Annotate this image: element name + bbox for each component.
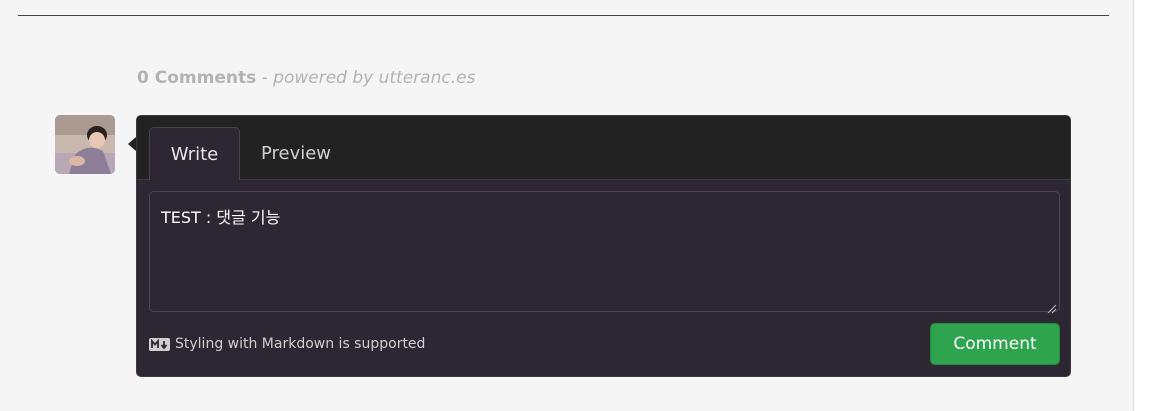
avatar[interactable]	[55, 115, 115, 174]
comment-count: 0 Comments	[137, 68, 257, 88]
resize-grip-icon[interactable]	[1047, 299, 1057, 314]
markdown-icon	[149, 337, 170, 351]
editor-tab-bar: Write Preview	[137, 116, 1070, 180]
comment-text-value: TEST : 댓글 기능	[161, 208, 281, 227]
avatar-pointer	[128, 137, 136, 151]
markdown-support-note: Styling with Markdown is supported	[149, 336, 425, 352]
comment-count-line: 0 Comments - powered by utteranc.es	[137, 68, 475, 88]
tab-write[interactable]: Write	[149, 127, 240, 180]
tab-preview[interactable]: Preview	[249, 127, 343, 180]
page-edge	[1133, 0, 1149, 411]
comment-form: Write Preview TEST : 댓글 기능 Styling with …	[136, 115, 1071, 377]
comment-button[interactable]: Comment	[930, 323, 1060, 365]
powered-by-text: - powered by utteranc.es	[256, 68, 476, 88]
markdown-note-text[interactable]: Styling with Markdown is supported	[175, 336, 425, 352]
top-divider	[18, 15, 1109, 16]
comment-textarea[interactable]: TEST : 댓글 기능	[149, 191, 1060, 314]
